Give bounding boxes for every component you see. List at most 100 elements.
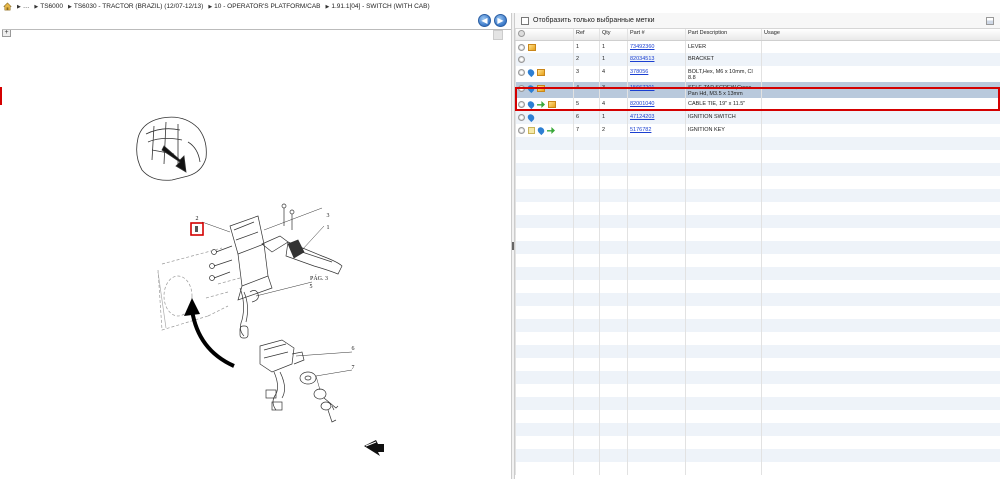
breadcrumb-item-section[interactable]: ▶ 10 - OPERATOR'S PLATFORM/CAB bbox=[208, 3, 320, 10]
empty-row bbox=[515, 358, 1000, 371]
empty-cell bbox=[685, 462, 762, 475]
green-arrow-icon[interactable] bbox=[537, 101, 545, 108]
cell-part-number[interactable]: 82034513 bbox=[627, 53, 686, 66]
package-icon[interactable] bbox=[528, 43, 536, 51]
table-row[interactable]: 3 4 378056 BOLT,Hex, M6 x 10mm, Cl 8.8 bbox=[515, 66, 1000, 82]
drawing-options-button[interactable] bbox=[493, 30, 503, 40]
table-row[interactable]: 4 3 15667201 SELF-TAP SCREW,Cross Pan Hd, M… bbox=[515, 82, 1000, 98]
splitter-grip-icon[interactable] bbox=[512, 242, 514, 250]
part-number-link[interactable]: 378056 bbox=[630, 69, 648, 75]
empty-cell bbox=[515, 202, 574, 215]
empty-cell bbox=[573, 215, 600, 228]
previous-button[interactable]: ◀ bbox=[478, 14, 491, 27]
cell-part-number[interactable]: 82001040 bbox=[627, 98, 686, 111]
callout-7[interactable]: 7 bbox=[352, 365, 355, 371]
callout-6[interactable]: 6 bbox=[352, 346, 355, 352]
column-header-usage[interactable]: Usage bbox=[761, 29, 1000, 41]
row-icons bbox=[515, 66, 574, 82]
water-drop-icon[interactable] bbox=[526, 67, 536, 78]
empty-cell bbox=[599, 384, 628, 397]
column-header-description[interactable]: Part Description bbox=[685, 29, 762, 41]
info-icon[interactable] bbox=[518, 85, 525, 92]
home-icon[interactable] bbox=[3, 2, 12, 11]
drawing-canvas[interactable]: 1 2 3 5 6 7 PÁG. 3 bbox=[2, 29, 511, 479]
select-all-icon[interactable] bbox=[518, 30, 525, 37]
column-header-qty[interactable]: Qty bbox=[599, 29, 628, 41]
table-row[interactable]: 2 1 82034513 BRACKET bbox=[515, 53, 1000, 66]
water-drop-icon[interactable] bbox=[526, 83, 536, 94]
callout-5[interactable]: 5 bbox=[310, 284, 313, 290]
empty-cell bbox=[761, 215, 1000, 228]
column-header-ref[interactable]: Ref bbox=[573, 29, 600, 41]
cell-usage bbox=[761, 111, 1000, 124]
water-drop-icon[interactable] bbox=[526, 99, 536, 110]
table-row[interactable]: 1 1 73492360 LEVER bbox=[515, 40, 1000, 53]
empty-cell bbox=[573, 332, 600, 345]
breadcrumb-item-series[interactable]: ▶ TS6000 bbox=[34, 3, 63, 10]
info-icon[interactable] bbox=[518, 69, 525, 76]
package-icon[interactable] bbox=[537, 85, 545, 92]
cell-ref: 5 bbox=[573, 98, 600, 111]
empty-cell bbox=[599, 215, 628, 228]
empty-cell bbox=[761, 462, 1000, 475]
table-row[interactable]: 7 2 5176782 IGNITION KEY bbox=[515, 124, 1000, 137]
package-icon[interactable] bbox=[548, 101, 556, 108]
parts-table: Ref Qty Part # Part Description Usage 11… bbox=[515, 29, 1000, 475]
empty-cell bbox=[761, 371, 1000, 384]
note-icon[interactable] bbox=[528, 127, 535, 134]
part-number-link[interactable]: 82034513 bbox=[630, 56, 654, 62]
part-number-link[interactable]: 82001040 bbox=[630, 101, 654, 107]
callout-2[interactable]: 2 bbox=[196, 216, 199, 222]
part-number-link[interactable]: 47124203 bbox=[630, 114, 654, 120]
empty-row bbox=[515, 267, 1000, 280]
package-icon[interactable] bbox=[537, 69, 545, 76]
part-number-link[interactable]: 15667201 bbox=[630, 85, 654, 91]
empty-cell bbox=[627, 358, 686, 371]
green-arrow-icon[interactable] bbox=[547, 127, 555, 134]
show-selected-checkbox[interactable] bbox=[521, 16, 529, 25]
empty-cell bbox=[573, 423, 600, 436]
info-icon[interactable] bbox=[518, 127, 525, 134]
cell-part-number[interactable]: 47124203 bbox=[627, 111, 686, 124]
page-turn-icon[interactable] bbox=[364, 440, 384, 456]
cell-qty: 4 bbox=[599, 98, 628, 111]
empty-cell bbox=[685, 150, 762, 163]
info-icon[interactable] bbox=[518, 114, 525, 121]
part-number-link[interactable]: 5176782 bbox=[630, 127, 651, 133]
cell-part-number[interactable]: 378056 bbox=[627, 66, 686, 82]
empty-cell bbox=[627, 150, 686, 163]
water-drop-icon[interactable] bbox=[526, 112, 536, 123]
drawing-pane: ◀ ▶ + 1 2 3 5 6 7 PÁG. 3 bbox=[0, 13, 511, 479]
empty-cell bbox=[627, 462, 686, 475]
breadcrumb-item-model[interactable]: ▶ TS6030 - TRACTOR (BRAZIL) (12/07-12/13) bbox=[68, 3, 203, 10]
empty-cell bbox=[761, 293, 1000, 306]
column-header-icons[interactable] bbox=[515, 29, 574, 41]
cell-part-number[interactable]: 5176782 bbox=[627, 124, 686, 137]
table-row[interactable]: 6 1 47124203 IGNITION SWITCH bbox=[515, 111, 1000, 124]
info-icon[interactable] bbox=[518, 101, 525, 108]
empty-cell bbox=[599, 345, 628, 358]
info-icon[interactable] bbox=[518, 43, 525, 51]
breadcrumb-item-current[interactable]: ▶ 1.91.1[04] - SWITCH (WITH CAB) bbox=[326, 3, 430, 10]
water-drop-icon[interactable] bbox=[536, 125, 546, 136]
breadcrumb-item-root[interactable]: ▶… bbox=[17, 3, 29, 10]
callout-1[interactable]: 1 bbox=[327, 225, 330, 231]
part-number-link[interactable]: 73492360 bbox=[630, 44, 654, 50]
cell-part-number[interactable]: 15667201 bbox=[627, 82, 686, 98]
empty-cell bbox=[761, 410, 1000, 423]
empty-cell bbox=[685, 449, 762, 462]
empty-row bbox=[515, 150, 1000, 163]
next-button[interactable]: ▶ bbox=[494, 14, 507, 27]
empty-cell bbox=[599, 176, 628, 189]
window-icon[interactable] bbox=[986, 17, 994, 25]
info-icon[interactable] bbox=[518, 56, 525, 63]
empty-cell bbox=[627, 137, 686, 150]
empty-cell bbox=[627, 345, 686, 358]
parts-pane: Отобразить только выбранные метки Ref Qt… bbox=[515, 13, 1000, 479]
column-header-part[interactable]: Part # bbox=[627, 29, 686, 41]
cell-part-number[interactable]: 73492360 bbox=[627, 40, 686, 53]
empty-row bbox=[515, 254, 1000, 267]
callout-3[interactable]: 3 bbox=[327, 213, 330, 219]
show-selected-label[interactable]: Отобразить только выбранные метки bbox=[533, 17, 654, 24]
table-row[interactable]: 5 4 82001040 CABLE TIE, 19" x 11.5" bbox=[515, 98, 1000, 111]
